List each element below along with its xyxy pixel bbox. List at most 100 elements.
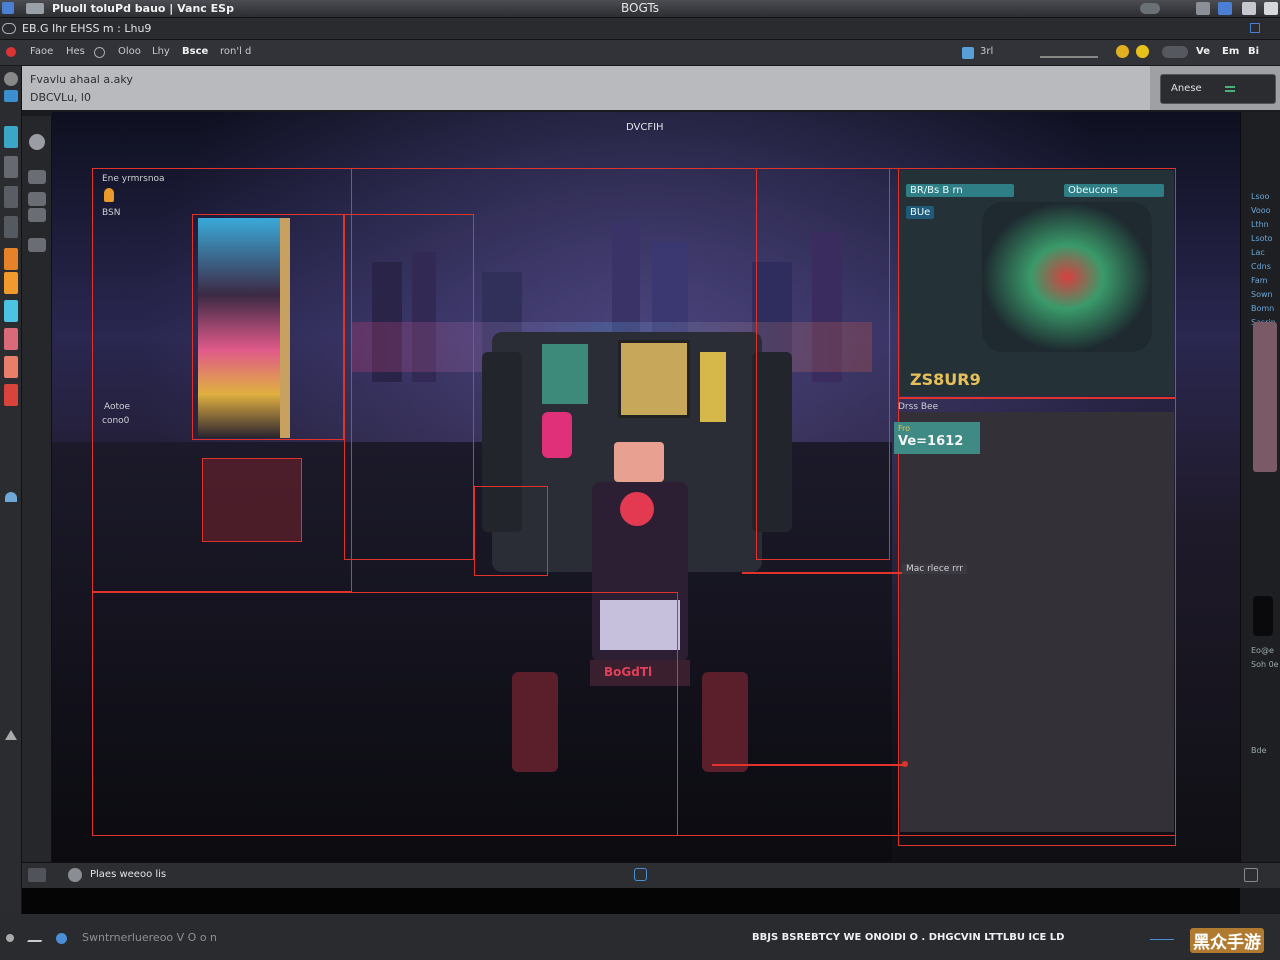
toolbar-item-0[interactable]: Faoe	[30, 46, 53, 57]
swatch-pink[interactable]	[4, 328, 18, 350]
selection-center[interactable]	[474, 486, 548, 576]
apply-button[interactable]: Anese	[1160, 74, 1276, 104]
right-bottom-2: Bde	[1251, 746, 1267, 755]
pink-swatch[interactable]	[1253, 322, 1277, 472]
left-note-1: Aotoe	[104, 402, 131, 412]
timeline-band[interactable]	[22, 888, 1240, 914]
record-icon[interactable]	[6, 47, 16, 57]
close-button[interactable]	[1264, 2, 1278, 15]
canvas-top-label: DVCFIH	[626, 122, 664, 133]
preview-image	[982, 202, 1152, 352]
swatch-circle[interactable]	[4, 72, 18, 86]
fire-icon	[104, 188, 114, 202]
swatch-salmon[interactable]	[4, 356, 18, 378]
swatch-cyan[interactable]	[4, 300, 18, 322]
toggle-icon[interactable]	[1162, 46, 1188, 58]
info-icon[interactable]	[56, 933, 67, 944]
phone-icon[interactable]	[1253, 596, 1273, 636]
selection-right-inner[interactable]	[756, 168, 890, 560]
toolbar-item-4[interactable]: Bsce	[182, 46, 208, 57]
swatch-blue[interactable]	[4, 90, 18, 102]
swatch-orange[interactable]	[4, 248, 18, 270]
toolbar-right-1[interactable]: Ve	[1196, 46, 1210, 57]
path-breadcrumb[interactable]: EB.G Ihr EHSS m : Lhu9	[22, 22, 151, 35]
status-left-text: Swntrnerluereoo V O o n	[82, 931, 218, 944]
right-label-5[interactable]: Cdns	[1251, 262, 1271, 271]
right-bottom-1: Soh 0e	[1251, 660, 1279, 669]
right-label-2[interactable]: Lthn	[1251, 220, 1269, 229]
camera-icon[interactable]	[29, 134, 45, 150]
footer-icon[interactable]	[28, 868, 46, 882]
toolbar-right-3[interactable]: Bi	[1248, 46, 1259, 57]
right-label-4[interactable]: Lac	[1251, 248, 1265, 257]
triangle-icon[interactable]	[5, 730, 17, 740]
center-badge-icon[interactable]	[634, 868, 647, 881]
tool-dock	[22, 116, 52, 866]
mid-note: Mac rlece rrr	[902, 564, 967, 574]
preview-tag-left[interactable]: BR/Bs B rn	[906, 184, 1014, 197]
tools-icon[interactable]	[1040, 46, 1098, 58]
maximize-button[interactable]	[1218, 2, 1232, 15]
right-label-0[interactable]: Lsoo	[1251, 192, 1269, 201]
right-dock: Lsoo Vooo Lthn Lsoto Lac Cdns Fam Sown B…	[1240, 112, 1280, 862]
thumbnail-image[interactable]	[198, 218, 280, 438]
sync-status	[1140, 3, 1160, 14]
pen-icon[interactable]	[28, 192, 46, 206]
value-tag[interactable]: Fro Ve=1612	[894, 422, 980, 454]
main-canvas[interactable]: BoGdTl Ene yrmrsnoa BSN Aotoe cono0 DVCF…	[52, 112, 1240, 862]
apply-button-label: Anese	[1171, 83, 1202, 94]
properties-panel	[900, 412, 1174, 832]
right-label-1[interactable]: Vooo	[1251, 206, 1271, 215]
expand-icon[interactable]	[1244, 868, 1258, 882]
mode-icon[interactable]	[962, 47, 974, 59]
status-center-text: BBJS BSREBTCY WE ONOIDI O . DHGCVIN LTTL…	[752, 932, 1065, 943]
corner-icon[interactable]	[1250, 23, 1260, 33]
swatch-gray-2[interactable]	[4, 186, 18, 208]
move-icon[interactable]	[28, 208, 46, 222]
title-bar: Pluoll toluPd bauo | Vanc ESp BOGTs	[0, 0, 1280, 18]
info-bar: Fvavlu ahaal a.aky DBCVLu, l0	[22, 66, 1150, 110]
preview-tag-left-2[interactable]: BUe	[906, 206, 935, 219]
swatch-gray-3[interactable]	[4, 216, 18, 238]
menu-bar: EB.G Ihr EHSS m : Lhu9	[0, 18, 1280, 40]
toolbar-right-0[interactable]: 3rl	[980, 46, 993, 57]
toolbar-item-1[interactable]: Hes	[66, 46, 85, 57]
toolbar-right-2[interactable]: Em	[1222, 46, 1239, 57]
globe-icon[interactable]	[68, 868, 82, 882]
layer-sub: BSN	[102, 208, 121, 218]
toolbar-item-2[interactable]: Oloo	[118, 46, 141, 57]
swatch-orange-2[interactable]	[4, 272, 18, 294]
brush-icon[interactable]	[27, 932, 47, 942]
right-label-7[interactable]: Sown	[1251, 290, 1273, 299]
shield-icon[interactable]	[5, 492, 17, 502]
minimize-button[interactable]	[1196, 2, 1210, 15]
hand-icon[interactable]	[28, 238, 46, 252]
equals-icon	[1225, 86, 1235, 92]
selection-mid-band[interactable]	[202, 458, 302, 542]
right-bottom-0: Eo@e	[1251, 646, 1274, 655]
lightbulb-icon[interactable]	[1136, 45, 1149, 58]
selection-lower-left[interactable]	[92, 592, 678, 836]
layer-title: Ene yrmrsnoa	[102, 174, 165, 184]
selection-mid[interactable]	[344, 214, 474, 560]
link-icon[interactable]	[2, 23, 16, 34]
preview-tag-right[interactable]: Obeucons	[1064, 184, 1164, 197]
toolbar-item-3[interactable]: Lhy	[152, 46, 170, 57]
swatch-red[interactable]	[4, 384, 18, 406]
swatch-gray-1[interactable]	[4, 156, 18, 178]
layers-icon[interactable]	[28, 170, 46, 184]
swatch-teal[interactable]	[4, 126, 18, 148]
thumbnail-strip	[280, 218, 290, 438]
toolbar-item-5[interactable]: ron'l d	[220, 46, 251, 57]
preview-bottom-text: ZS8UR9	[910, 370, 981, 389]
gear-icon[interactable]	[6, 934, 14, 942]
right-label-3[interactable]: Lsoto	[1251, 234, 1273, 243]
right-label-6[interactable]: Fam	[1251, 276, 1268, 285]
warning-icon[interactable]	[1116, 45, 1129, 58]
watermark: 黑众手游	[1190, 928, 1264, 953]
circle-icon[interactable]	[94, 47, 105, 58]
restore-button[interactable]	[1242, 2, 1256, 15]
right-label-8[interactable]: Bomn	[1251, 304, 1274, 313]
left-swatch-strip	[0, 66, 22, 926]
window-title: BOGTs	[621, 1, 659, 15]
